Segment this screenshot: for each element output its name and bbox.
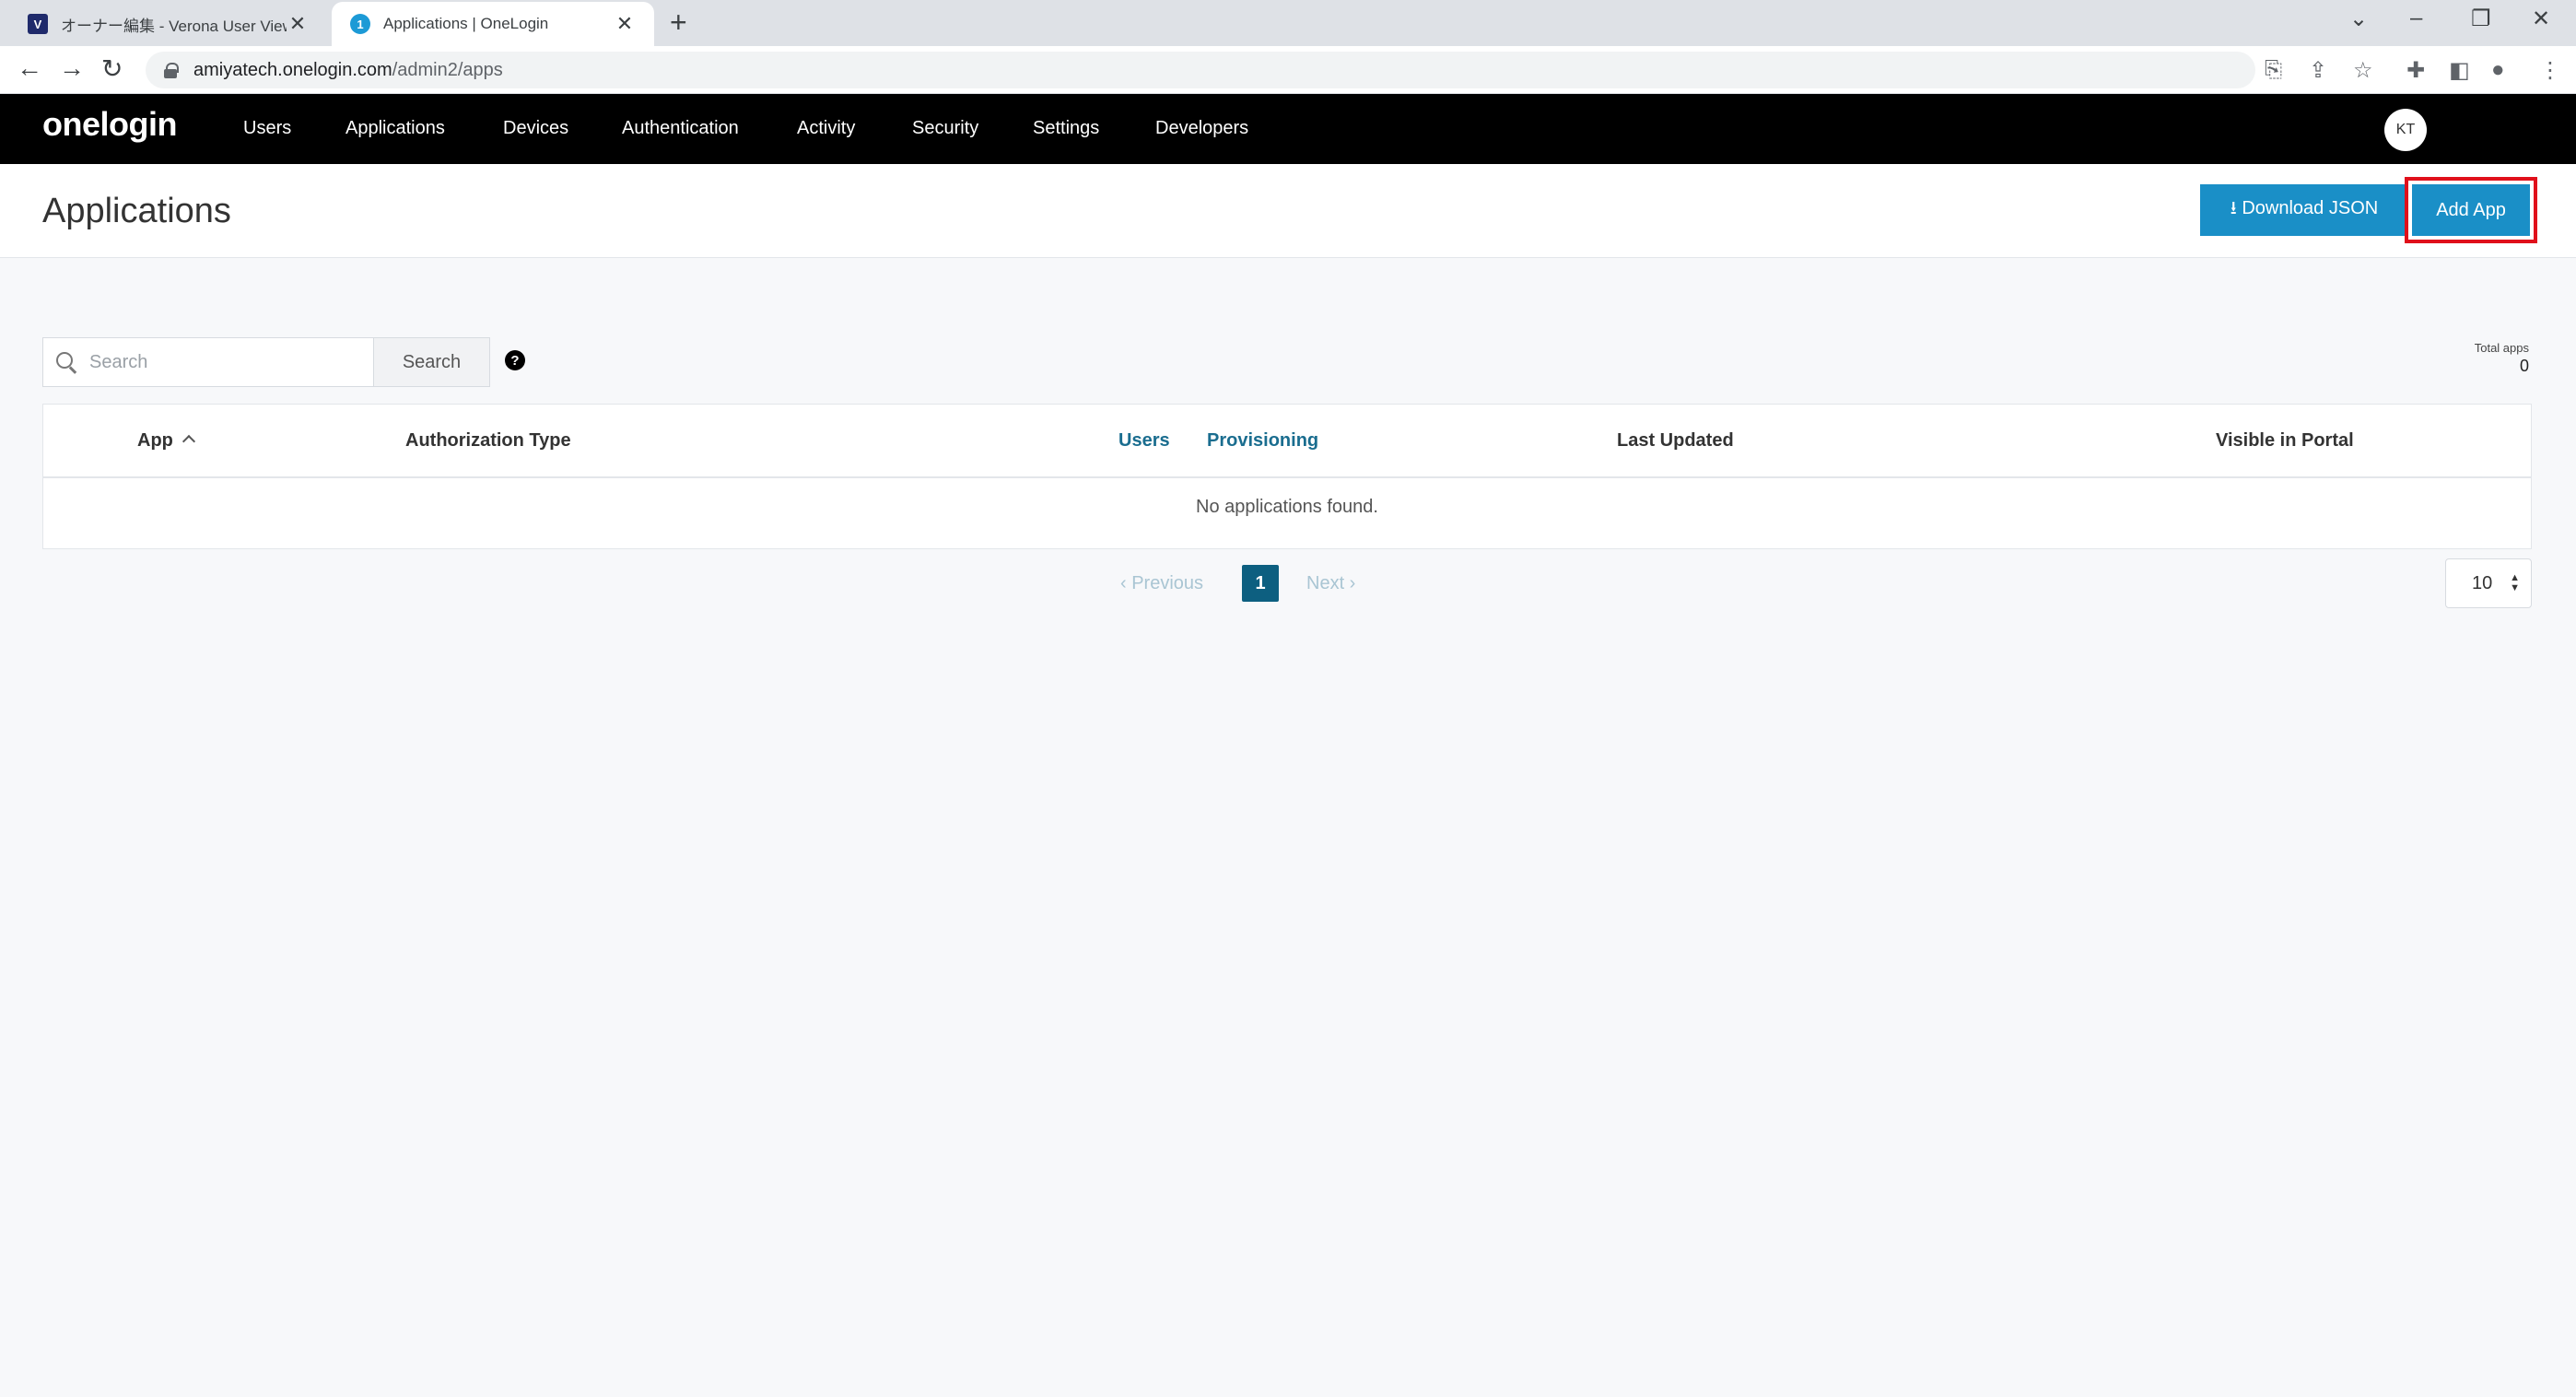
help-icon[interactable]: ? — [505, 350, 525, 370]
applications-table: App Authorization Type Users Provisionin… — [42, 404, 2532, 549]
minimize-icon[interactable]: – — [2410, 6, 2422, 31]
close-tab-icon[interactable]: ✕ — [614, 12, 636, 36]
empty-table-message: No applications found. — [1196, 497, 1378, 517]
download-json-button[interactable]: ⭳ Download JSON — [2200, 184, 2408, 236]
nav-users[interactable]: Users — [243, 118, 291, 139]
address-bar[interactable]: amiyatech.onelogin.com/admin2/apps — [146, 52, 2255, 88]
nav-developers[interactable]: Developers — [1155, 118, 1248, 139]
sort-ascending-icon — [181, 434, 195, 449]
previous-page-link[interactable]: ‹ Previous — [1120, 573, 1203, 594]
nav-activity[interactable]: Activity — [797, 118, 855, 139]
user-avatar[interactable]: KT — [2384, 109, 2427, 151]
nav-devices[interactable]: Devices — [503, 118, 568, 139]
nav-settings[interactable]: Settings — [1033, 118, 1099, 139]
column-header-app[interactable]: App — [137, 430, 195, 452]
new-tab-icon[interactable]: + — [670, 6, 687, 40]
url-path: /admin2/apps — [392, 59, 503, 80]
search-icon — [43, 352, 89, 372]
tab-title: オーナー編集 - Verona User View — [61, 17, 287, 35]
window-close-icon[interactable]: ✕ — [2532, 6, 2550, 32]
side-panel-icon[interactable]: ◧ — [2449, 57, 2470, 84]
search-button[interactable]: Search — [374, 337, 490, 387]
bookmark-star-icon[interactable]: ☆ — [2353, 57, 2373, 84]
page-number-current[interactable]: 1 — [1242, 565, 1279, 602]
total-apps-label: Total apps — [2474, 341, 2529, 355]
tab-search-icon[interactable]: ⌄ — [2349, 6, 2368, 32]
verona-favicon-icon: V — [28, 14, 48, 34]
browser-tab-onelogin[interactable]: 1 Applications | OneLogin ✕ — [332, 2, 654, 46]
extensions-icon[interactable]: ✚ — [2406, 57, 2425, 84]
onelogin-navbar: onelogin Users Applications Devices Auth… — [0, 94, 2576, 164]
page-header: Applications ⭳ Download JSON Add App — [0, 164, 2576, 258]
menu-kebab-icon[interactable]: ⋮ — [2539, 57, 2561, 84]
close-tab-icon[interactable]: ✕ — [287, 12, 309, 36]
nav-security[interactable]: Security — [912, 118, 978, 139]
onelogin-logo[interactable]: onelogin — [42, 105, 177, 144]
restore-icon[interactable]: ❐ — [2471, 6, 2491, 32]
browser-toolbar: ← → ↻ amiyatech.onelogin.com/admin2/apps… — [0, 46, 2576, 94]
search-input[interactable] — [89, 351, 357, 373]
add-app-button[interactable]: Add App — [2412, 184, 2530, 236]
translate-icon[interactable]: ⎘ — [2265, 57, 2282, 83]
total-apps: Total apps 0 — [2475, 341, 2529, 376]
select-arrows-icon: ▲ ▼ — [2510, 572, 2520, 593]
back-icon[interactable]: ← — [17, 53, 42, 83]
column-header-users[interactable]: Users — [1118, 430, 1170, 452]
reload-icon[interactable]: ↻ — [101, 53, 123, 84]
search-box — [42, 337, 374, 387]
onelogin-favicon-icon: 1 — [350, 14, 370, 34]
lock-icon — [164, 63, 179, 78]
column-header-last-updated: Last Updated — [1617, 430, 1734, 451]
nav-applications[interactable]: Applications — [345, 118, 445, 139]
column-header-authorization-type: Authorization Type — [405, 430, 571, 451]
total-apps-value: 0 — [2519, 357, 2529, 375]
share-icon[interactable]: ⇪ — [2309, 57, 2327, 84]
url-host: amiyatech.onelogin.com — [193, 59, 392, 80]
column-header-provisioning[interactable]: Provisioning — [1207, 430, 1318, 452]
table-header: App Authorization Type Users Provisionin… — [43, 405, 2531, 478]
forward-icon[interactable]: → — [59, 53, 85, 83]
next-page-link[interactable]: Next › — [1306, 573, 1355, 594]
browser-tab-verona[interactable]: V オーナー編集 - Verona User View ✕ — [9, 2, 327, 46]
page-size-select[interactable]: 10 ▲ ▼ — [2445, 558, 2532, 608]
page-title: Applications — [42, 192, 231, 230]
column-header-visible-in-portal: Visible in Portal — [2216, 430, 2354, 451]
nav-authentication[interactable]: Authentication — [622, 118, 739, 139]
browser-tabstrip: V オーナー編集 - Verona User View ✕ 1 Applicat… — [0, 0, 2576, 46]
page-size-value: 10 — [2472, 572, 2493, 593]
profile-icon[interactable]: ● — [2491, 57, 2505, 83]
tab-title: Applications | OneLogin — [383, 15, 549, 32]
